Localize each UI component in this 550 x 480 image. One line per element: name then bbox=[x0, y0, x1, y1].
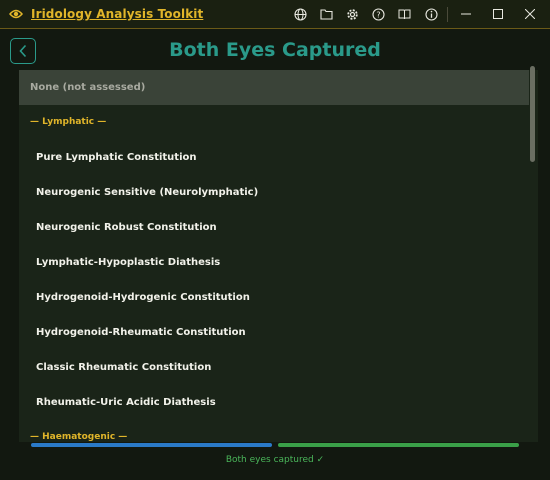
page-header: Both Eyes Captured bbox=[0, 30, 550, 70]
list-item[interactable]: Rheumatic-Uric Acidic Diathesis bbox=[19, 385, 529, 420]
left-eye-progress-bar bbox=[31, 443, 272, 447]
list-item[interactable]: Classic Rheumatic Constitution bbox=[19, 350, 529, 385]
list-item[interactable]: Hydrogenoid-Rheumatic Constitution bbox=[19, 315, 529, 350]
list-item[interactable]: Lymphatic-Hypoplastic Diathesis bbox=[19, 245, 529, 280]
eye-icon bbox=[9, 9, 23, 19]
svg-text:?: ? bbox=[376, 10, 380, 19]
close-button[interactable] bbox=[520, 5, 540, 23]
constitution-list[interactable]: None (not assessed) — Lymphatic — Pure L… bbox=[19, 70, 538, 442]
folder-icon[interactable] bbox=[319, 7, 333, 21]
title-bar: Iridology Analysis Toolkit ? bbox=[0, 0, 550, 29]
list-item[interactable]: Hydrogenoid-Hydrogenic Constitution bbox=[19, 280, 529, 315]
help-icon[interactable]: ? bbox=[371, 7, 385, 21]
group-header-haematogenic: — Haematogenic — bbox=[30, 432, 128, 442]
list-item[interactable]: Pure Lymphatic Constitution bbox=[19, 140, 529, 175]
list-item-none[interactable]: None (not assessed) bbox=[19, 70, 529, 105]
app-title[interactable]: Iridology Analysis Toolkit bbox=[31, 7, 203, 21]
list-item[interactable]: Neurogenic Sensitive (Neurolymphatic) bbox=[19, 175, 529, 210]
right-eye-progress-bar bbox=[278, 443, 519, 447]
group-header-lymphatic: — Lymphatic — bbox=[30, 117, 107, 127]
maximize-button[interactable] bbox=[488, 5, 508, 23]
page-title: Both Eyes Captured bbox=[169, 39, 381, 61]
status-text: Both eyes captured ✓ bbox=[225, 455, 325, 465]
book-icon[interactable] bbox=[397, 7, 411, 21]
list-scrollbar[interactable] bbox=[530, 66, 535, 162]
minimize-button[interactable] bbox=[456, 5, 476, 23]
list-item[interactable]: Neurogenic Robust Constitution bbox=[19, 210, 529, 245]
gear-icon[interactable] bbox=[345, 7, 359, 21]
globe-icon[interactable] bbox=[293, 7, 307, 21]
toolbar-divider bbox=[447, 7, 448, 22]
info-icon[interactable] bbox=[424, 7, 438, 21]
